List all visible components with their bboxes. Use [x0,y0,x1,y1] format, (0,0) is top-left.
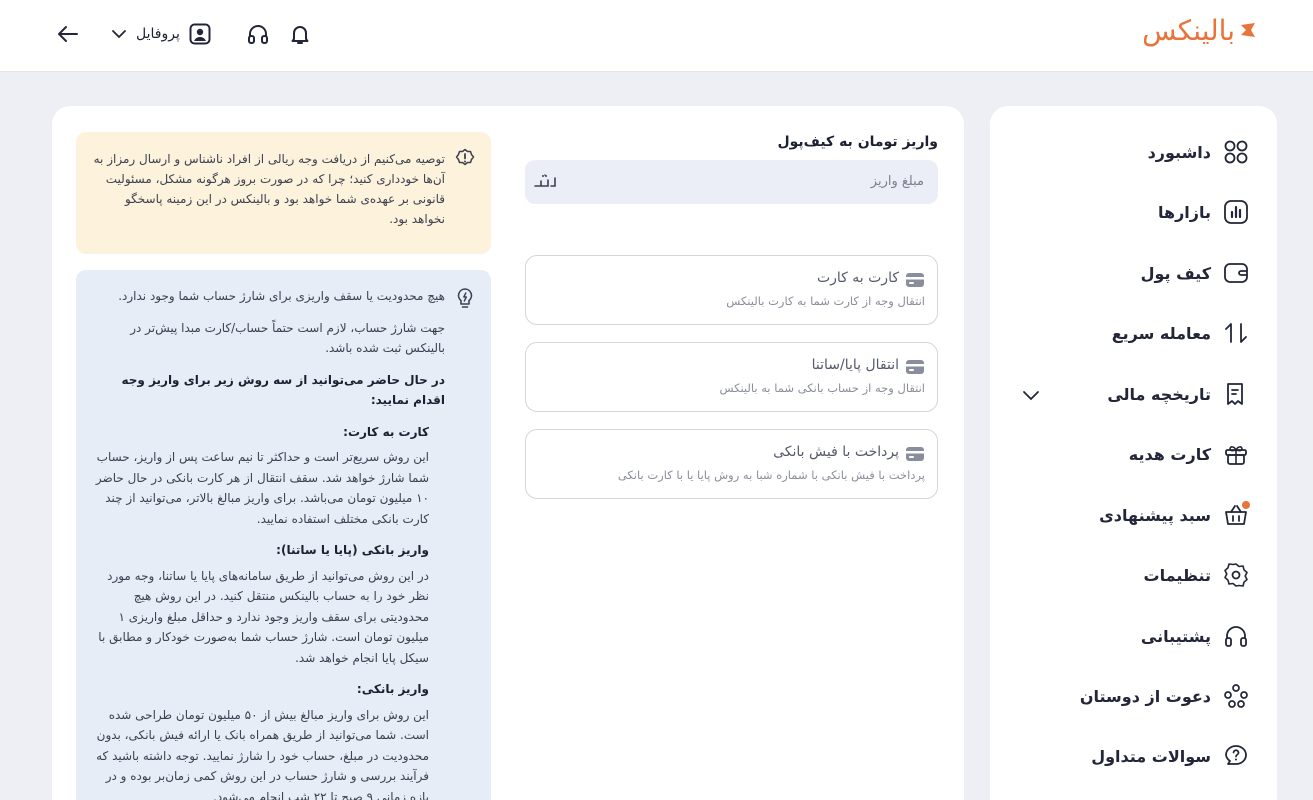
info-paragraph: هیچ محدودیت یا سقف واریزی برای شارژ حساب… [118,289,445,303]
basket-icon [1223,501,1250,528]
info-paragraph: جهت شارژ حساب، لازم است حتماً حساب/کارت … [130,320,445,356]
method-bank-slip[interactable]: پرداخت با فیش بانکی پرداخت با فیش بانکی … [525,429,938,499]
card-icon [905,445,925,463]
user-avatar-icon [188,22,212,46]
sidebar-item-gift-card[interactable]: کارت هدیه [1129,434,1249,474]
sidebar-item-support[interactable]: پشتیبانی [1141,616,1249,656]
method-title: کارت به کارت [816,270,899,286]
dashboard-icon [1223,139,1249,165]
profile-menu[interactable]: پروفایل [110,20,212,48]
history-icon [1223,381,1249,407]
method-title: پرداخت با فیش بانکی [773,444,899,460]
sidebar-item-label: تنظیمات [1143,565,1211,585]
card-to-card-text: این روش سریع‌تر است و حداکثر تا نیم ساعت… [95,450,429,526]
main-panel: واریز تومان به کیف‌پول مبلغ واریز کارت ب… [52,106,964,800]
warning-icon [455,148,475,168]
chevron-down-icon[interactable] [1020,384,1042,406]
headset-icon[interactable] [246,20,270,48]
card-to-card-heading: کارت به کارت: [343,424,429,439]
gift-icon [1223,441,1249,467]
sidebar-item-invite-friends[interactable]: دعوت از دوستان [1080,676,1249,716]
sidebar-item-markets[interactable]: بازارها [1158,192,1249,232]
method-description: انتقال وجه از کارت شما به کارت بالینکس [726,294,925,308]
chevron-down-icon [110,25,128,43]
amount-placeholder: مبلغ واریز [870,174,924,189]
sidebar-item-label: کارت هدیه [1128,444,1211,464]
sidebar-item-label: سوالات متداول [1091,746,1211,766]
method-description: پرداخت با فیش بانکی با شماره شبا به روش … [617,468,925,482]
sidebar-item-quick-trade[interactable]: معامله سریع [1112,313,1249,353]
logo-text: بالینکس [1142,13,1235,47]
sidebar-item-dashboard[interactable]: داشبورد [1148,132,1249,172]
headset-icon [1223,623,1249,649]
bank-slip-text: این روش برای واریز مبالغ بیش از ۵۰ میلیو… [96,707,429,800]
profile-label: پروفایل [136,26,180,42]
sidebar: داشبورد بازارها کیف پول معامله سریع تاری… [990,106,1277,800]
sidebar-item-label: تاریخچه مالی [1107,384,1211,404]
info-box: هیچ محدودیت یا سقف واریزی برای شارژ حساب… [76,270,491,800]
friends-icon [1223,683,1249,709]
toman-icon [533,172,557,192]
info-heading: در حال حاضر می‌توانید از سه روش زیر برای… [121,372,446,408]
deposit-amount-input[interactable]: مبلغ واریز [525,160,938,204]
card-icon [905,271,925,289]
warning-box: توصیه می‌کنیم از دریافت وجه ریالی از افر… [76,132,491,254]
sidebar-item-label: بازارها [1157,202,1211,222]
sidebar-item-label: دعوت از دوستان [1079,686,1211,706]
sidebar-item-label: کیف پول [1140,263,1211,283]
back-arrow-icon[interactable] [56,20,80,48]
method-card-to-card[interactable]: کارت به کارت انتقال وجه از کارت شما به ک… [525,255,938,325]
logo-mark-icon [1241,23,1255,37]
bank-transfer-heading: واریز بانکی (پایا یا ساتنا): [276,543,429,557]
sidebar-item-label: معامله سریع [1111,323,1211,343]
gear-icon [1223,562,1249,588]
bank-slip-heading: واریز بانکی: [356,682,429,696]
sidebar-item-settings[interactable]: تنظیمات [1144,555,1249,595]
balinex-logo[interactable]: بالینکس [1142,12,1257,48]
method-paya-satna[interactable]: انتقال پایا/ساتنا انتقال وجه از حساب بان… [525,342,938,412]
warning-text: توصیه می‌کنیم از دریافت وجه ریالی از افر… [93,152,445,226]
method-title: انتقال پایا/ساتنا [811,357,899,373]
sidebar-item-suggested-basket[interactable]: سبد پیشنهادی [1099,495,1250,535]
wallet-icon [1223,260,1249,286]
deposit-title: واریز تومان به کیف‌پول [777,134,938,150]
bell-icon[interactable] [288,20,312,48]
sidebar-item-faq[interactable]: سوالات متداول [1091,736,1249,776]
lightbulb-icon [455,287,475,309]
bank-transfer-text: در این روش می‌توانید از طریق سامانه‌های … [98,568,429,665]
info-content: هیچ محدودیت یا سقف واریزی برای شارژ حساب… [95,286,445,800]
card-icon [905,358,925,376]
faq-icon [1223,743,1249,769]
sidebar-item-label: سبد پیشنهادی [1099,505,1211,525]
sidebar-item-financial-history[interactable]: تاریخچه مالی [1107,374,1249,414]
sidebar-item-label: پشتیبانی [1140,626,1211,646]
markets-icon [1223,199,1249,225]
sidebar-item-wallet[interactable]: کیف پول [1141,253,1249,293]
swap-icon [1223,320,1249,346]
top-header: بالینکس پروفایل [0,0,1313,72]
method-description: انتقال وجه از حساب بانکی شما به بالینکس [719,381,925,395]
sidebar-item-label: داشبورد [1147,142,1211,162]
